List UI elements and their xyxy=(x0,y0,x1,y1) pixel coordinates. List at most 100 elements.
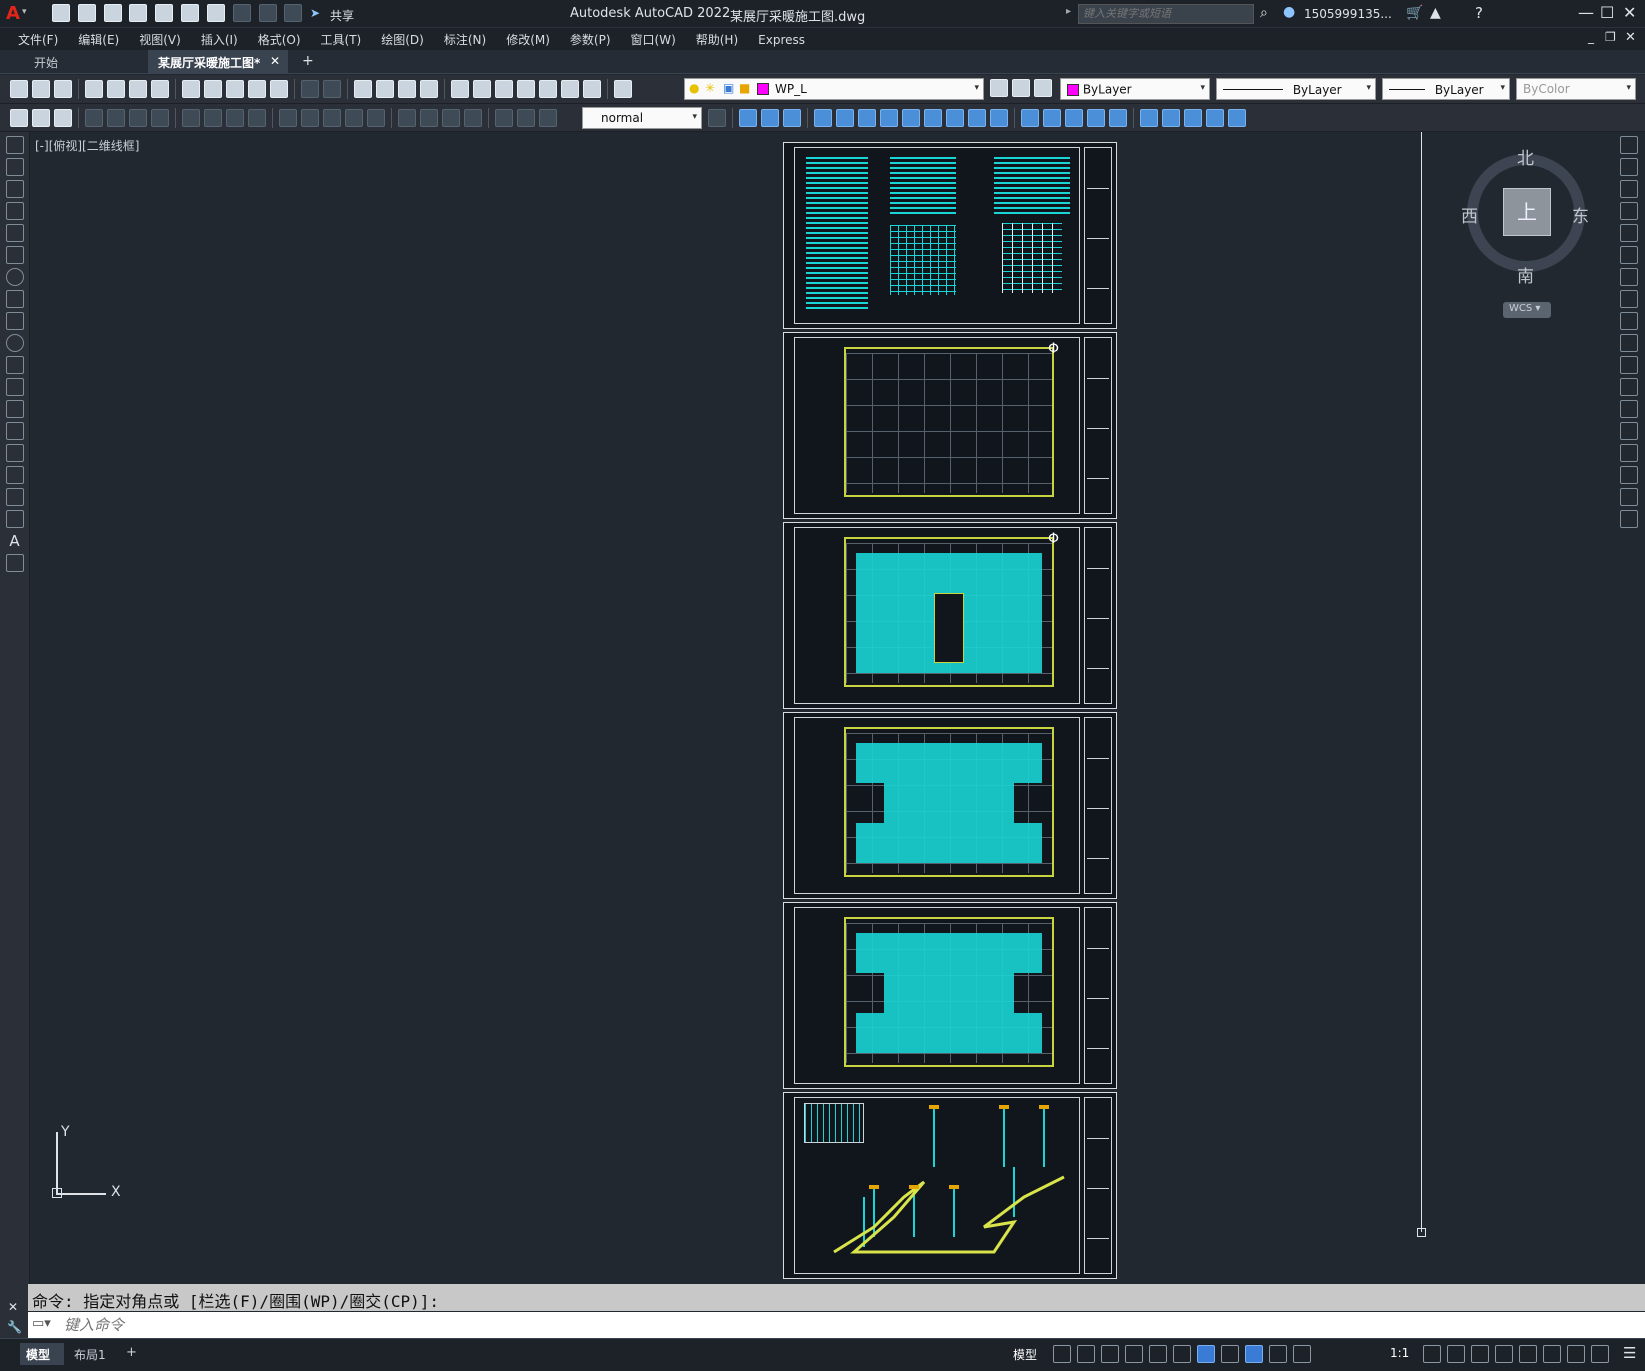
menu-item-8[interactable]: 修改(M) xyxy=(496,28,560,51)
redo-icon[interactable] xyxy=(258,4,277,22)
copy-object-icon[interactable] xyxy=(1619,158,1638,176)
snap-icon[interactable] xyxy=(1077,1345,1095,1363)
blend-curves-icon[interactable] xyxy=(1619,488,1638,506)
layer-dropdown[interactable]: ● ✳ ▣ ■ WP_L ▾ xyxy=(684,78,984,100)
grip-handle[interactable] xyxy=(1417,1228,1426,1237)
scale-icon[interactable] xyxy=(1619,290,1638,308)
open-from-web-icon[interactable] xyxy=(155,4,174,22)
inspect-icon[interactable] xyxy=(442,109,460,127)
add-layout-button[interactable]: + xyxy=(126,1345,137,1360)
layer-thaw-icon[interactable]: ✳ xyxy=(705,81,715,95)
3d-move-icon[interactable] xyxy=(1140,109,1158,127)
join-icon[interactable] xyxy=(1619,422,1638,440)
save-icon[interactable] xyxy=(103,4,122,22)
lineweight-icon[interactable] xyxy=(1221,1345,1239,1363)
markup-icon[interactable] xyxy=(539,80,557,98)
viewcube-south[interactable]: 南 xyxy=(1517,262,1534,287)
command-input[interactable] xyxy=(64,1314,1624,1336)
plot-icon[interactable] xyxy=(206,4,225,22)
ellipse-icon[interactable] xyxy=(5,334,24,352)
wblock-icon[interactable] xyxy=(54,109,72,127)
viewcube-west[interactable]: 西 xyxy=(1461,202,1478,227)
layer-on-icon[interactable]: ● xyxy=(689,81,699,95)
grid-icon[interactable] xyxy=(1053,1345,1071,1363)
spline-icon[interactable] xyxy=(5,312,24,330)
cut-icon[interactable] xyxy=(182,80,200,98)
tab-close-icon[interactable]: ✕ xyxy=(270,54,280,68)
construction-line-icon[interactable] xyxy=(5,158,24,176)
extrude-icon[interactable] xyxy=(814,109,832,127)
offset-icon[interactable] xyxy=(1619,202,1638,220)
dim-jogged-icon[interactable] xyxy=(204,109,222,127)
isolate-objects-icon[interactable] xyxy=(1543,1345,1561,1363)
layer-properties-icon[interactable] xyxy=(614,80,632,98)
tab-start[interactable]: 开始 xyxy=(10,50,148,74)
save-as-icon[interactable] xyxy=(129,4,148,22)
help2-icon[interactable] xyxy=(583,80,601,98)
make-block-icon[interactable] xyxy=(5,400,24,418)
publish-icon[interactable] xyxy=(129,80,147,98)
plot2-icon[interactable] xyxy=(85,80,103,98)
dim-ordinate-icon[interactable] xyxy=(151,109,169,127)
match-prop-icon[interactable] xyxy=(248,80,266,98)
properties-icon[interactable] xyxy=(451,80,469,98)
doc-restore-icon[interactable]: ❐ xyxy=(1605,30,1616,44)
section-icon[interactable] xyxy=(990,109,1008,127)
array-icon[interactable] xyxy=(1619,224,1638,242)
block-icon[interactable] xyxy=(10,109,28,127)
chamfer-icon[interactable] xyxy=(1619,444,1638,462)
dim-diameter-icon[interactable] xyxy=(226,109,244,127)
insert-icon[interactable] xyxy=(32,109,50,127)
make-current-layer-icon[interactable] xyxy=(990,79,1008,97)
dim-continue-icon[interactable] xyxy=(323,109,341,127)
viewport-controls[interactable]: [-][俯视][二维线框] xyxy=(35,137,139,154)
fillet-icon[interactable] xyxy=(1619,466,1638,484)
zoom-window-icon[interactable] xyxy=(398,80,416,98)
sheet-set-icon[interactable] xyxy=(517,80,535,98)
table-icon[interactable] xyxy=(5,510,24,528)
preview-icon[interactable] xyxy=(107,80,125,98)
gradient-icon[interactable] xyxy=(5,466,24,484)
layer-match-icon[interactable] xyxy=(1012,79,1030,97)
menu-item-11[interactable]: 帮助(H) xyxy=(686,28,748,51)
3d-rotate-icon[interactable] xyxy=(1162,109,1180,127)
new-tab-button[interactable]: + xyxy=(302,53,314,69)
break-at-point-icon[interactable] xyxy=(1619,378,1638,396)
share-icon[interactable]: ➤ xyxy=(310,6,320,20)
app-menu-chevron-icon[interactable]: ▾ xyxy=(22,7,27,17)
open-file-icon[interactable] xyxy=(77,4,96,22)
linetype-dropdown[interactable]: ByLayer ▾ xyxy=(1216,78,1376,100)
union-icon[interactable] xyxy=(902,109,920,127)
plotstyle-dropdown[interactable]: ByColor ▾ xyxy=(1516,78,1636,100)
region-icon[interactable] xyxy=(5,488,24,506)
explode-icon[interactable] xyxy=(1619,510,1638,528)
lineweight-dropdown[interactable]: ByLayer ▾ xyxy=(1382,78,1510,100)
dim-update-icon[interactable] xyxy=(539,109,557,127)
annotation-visibility-icon[interactable] xyxy=(1245,1345,1263,1363)
dim-edit-icon[interactable] xyxy=(495,109,513,127)
annotation-scale-value[interactable]: 1:1 xyxy=(1390,1346,1409,1360)
model-space-button[interactable]: 模型 xyxy=(1013,1346,1037,1363)
search-icon[interactable]: ⌕ xyxy=(1260,5,1268,21)
dim-aligned-icon[interactable] xyxy=(107,109,125,127)
shell-icon[interactable] xyxy=(1021,109,1039,127)
multiline-text-icon[interactable]: A xyxy=(0,532,29,550)
menu-item-10[interactable]: 窗口(W) xyxy=(621,28,686,51)
search-input[interactable] xyxy=(1078,4,1254,24)
annotation-scale-icon[interactable] xyxy=(1293,1345,1311,1363)
save-to-web-icon[interactable] xyxy=(181,4,200,22)
new-file-icon[interactable] xyxy=(52,4,70,22)
hatch-icon[interactable] xyxy=(5,444,24,462)
lock-ui-icon[interactable] xyxy=(1519,1345,1537,1363)
imprint-icon[interactable] xyxy=(1043,109,1061,127)
menu-item-2[interactable]: 视图(V) xyxy=(129,28,191,51)
recent-commands-icon[interactable]: ▭▾ xyxy=(32,1316,51,1331)
3d-align-icon[interactable] xyxy=(1184,109,1202,127)
stretch-icon[interactable] xyxy=(1619,312,1638,330)
viewcube-top-face[interactable]: 上 xyxy=(1503,188,1551,236)
revolve-icon[interactable] xyxy=(836,109,854,127)
ortho-icon[interactable] xyxy=(1101,1345,1119,1363)
dim-break-icon[interactable] xyxy=(367,109,385,127)
object-snap-tracking-icon[interactable] xyxy=(1173,1345,1191,1363)
graphics-performance-icon[interactable] xyxy=(1567,1345,1585,1363)
